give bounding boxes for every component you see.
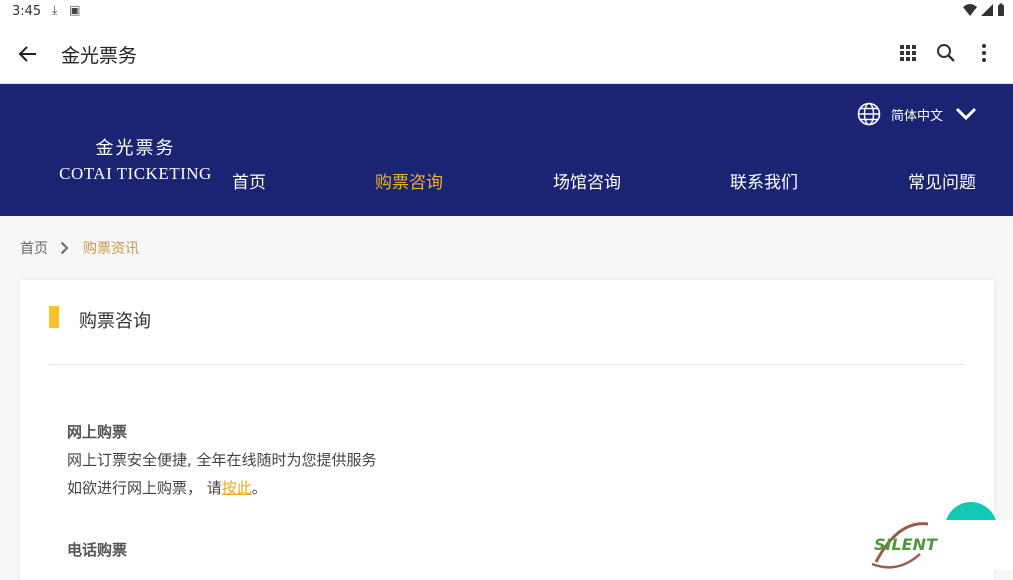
online-purchase-desc: 网上订票安全便捷, 全年在线随时为您提供服务	[67, 451, 377, 469]
chevron-down-icon	[955, 107, 977, 121]
brand-name-en: COTAI TICKETING	[59, 164, 212, 183]
phone-purchase-block: 电话购票	[67, 536, 127, 564]
chevron-right-icon	[60, 241, 69, 255]
divider	[49, 364, 965, 365]
breadcrumb-home[interactable]: 首页	[20, 238, 48, 258]
search-button[interactable]	[927, 38, 965, 68]
a-icon: ▣	[69, 3, 81, 17]
search-icon	[937, 44, 955, 62]
brand-logo[interactable]: 金光票务 COTAI TICKETING	[58, 134, 213, 184]
nav-item-contact-us[interactable]: 联系我们	[730, 168, 798, 193]
section-accent-bar	[49, 306, 59, 328]
svg-text:SILENT: SILENT	[874, 535, 938, 554]
online-purchase-link[interactable]: 按此	[222, 479, 252, 497]
content-card: 购票咨询 网上购票 网上订票安全便捷, 全年在线随时为您提供服务 如欲进行网上购…	[20, 280, 994, 580]
more-vert-icon	[982, 44, 986, 62]
breadcrumb-current: 购票资讯	[83, 241, 139, 257]
cta-suffix: 。	[251, 479, 267, 497]
apps-grid-icon	[900, 45, 916, 61]
online-purchase-heading: 网上购票	[67, 423, 128, 441]
site-header: 金光票务 COTAI TICKETING 简体中文 首页 购票咨询 场馆咨询 联…	[0, 84, 1013, 216]
nav-item-home[interactable]: 首页	[232, 168, 266, 193]
section-title: 购票咨询	[79, 311, 151, 332]
phone-purchase-heading: 电话购票	[67, 541, 128, 559]
download-icon: ⤓	[52, 3, 58, 17]
online-purchase-cta: 如欲进行网上购票， 请按此。	[67, 474, 377, 502]
apps-button[interactable]	[889, 38, 927, 68]
back-button[interactable]	[14, 40, 42, 68]
nav-item-ticket-inquiry[interactable]: 购票咨询	[375, 168, 443, 193]
battery-icon	[998, 3, 1004, 16]
globe-icon	[857, 102, 881, 126]
nav-item-faq[interactable]: 常见问题	[908, 168, 976, 193]
nav-item-venue-inquiry[interactable]: 场馆咨询	[553, 168, 621, 193]
arrow-back-icon	[18, 46, 36, 62]
breadcrumb: 首页 购票资讯	[20, 238, 139, 258]
silent-watermark-logo: SILENT	[871, 522, 938, 569]
status-time: 3:45	[12, 4, 42, 19]
cta-prefix: 如欲进行网上购票， 请	[67, 479, 222, 497]
language-selector[interactable]: 简体中文	[857, 102, 977, 126]
app-title: 金光票务	[61, 45, 138, 67]
more-button[interactable]	[965, 38, 1003, 68]
wifi-icon	[962, 3, 977, 16]
status-bar: 3:45 ⤓ ▣	[0, 0, 1013, 24]
signal-icon	[980, 3, 993, 16]
app-bar: 金光票务	[0, 24, 1013, 84]
brand-name-zh: 金光票务	[95, 138, 176, 159]
language-label: 简体中文	[890, 108, 943, 124]
online-purchase-block: 网上购票 网上订票安全便捷, 全年在线随时为您提供服务 如欲进行网上购票， 请按…	[67, 418, 377, 502]
